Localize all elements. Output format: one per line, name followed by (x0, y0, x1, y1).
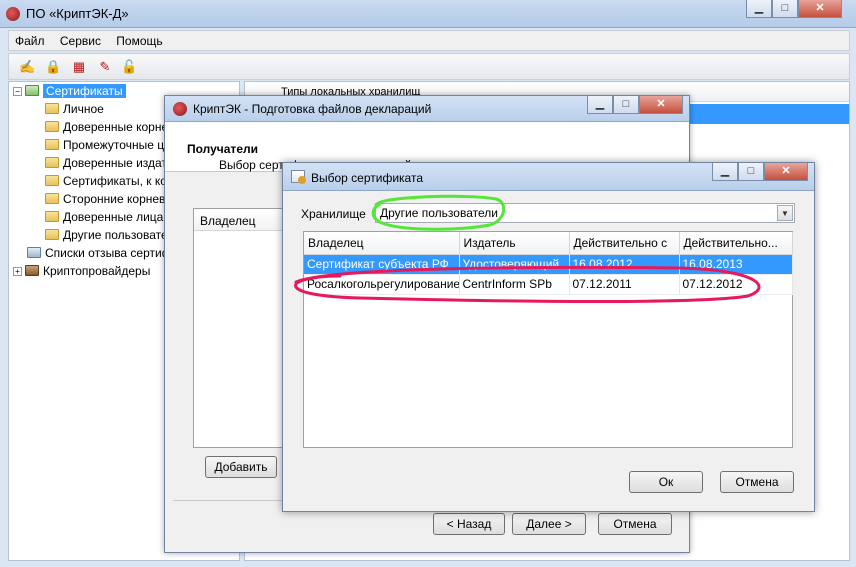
store-label: Хранилище (301, 207, 366, 221)
folder-icon (45, 229, 59, 240)
column-header-issuer[interactable]: Издатель (459, 232, 570, 255)
cell-issuer: Удостоверяющий... (459, 254, 570, 275)
tree-item-trusted-people[interactable]: Доверенные лица (45, 209, 163, 226)
expand-icon[interactable]: + (13, 267, 22, 276)
cell-valid-to: 16.08.2013 (679, 254, 793, 275)
tree-item-other-people[interactable]: Другие пользовате (45, 227, 168, 244)
store-dropdown[interactable]: Другие пользователи ▼ (375, 203, 795, 223)
app-logo-icon (173, 102, 187, 116)
select-window-controls: ▁ □ ✕ (712, 163, 808, 181)
chevron-down-icon[interactable]: ▼ (777, 205, 793, 221)
encrypt-icon[interactable]: ▦ (71, 59, 87, 75)
table-header-row: Владелец Издатель Действительно с Действ… (304, 232, 793, 255)
collapse-icon[interactable]: − (13, 87, 22, 96)
column-header-valid-from[interactable]: Действительно с (569, 232, 680, 255)
store-value: Другие пользователи (380, 206, 498, 220)
minimize-button[interactable]: ▁ (587, 96, 613, 114)
folder-icon (45, 139, 59, 150)
select-title: Выбор сертификата (311, 171, 424, 185)
app-logo-icon (6, 7, 20, 21)
folder-icon (45, 175, 59, 186)
menu-help[interactable]: Помощь (110, 31, 168, 48)
column-header-owner[interactable]: Владелец (304, 232, 460, 255)
window-controls: ▁ □ ✕ (746, 0, 842, 18)
wizard-title: КриптЭК - Подготовка файлов деклараций (193, 102, 432, 116)
folder-icon (45, 121, 59, 132)
certificate-icon (25, 85, 39, 96)
tree-item-third-party-root[interactable]: Сторонние корневы (45, 191, 174, 208)
table-row[interactable]: Сертификат субъекта РФ Удостоверяющий...… (304, 254, 793, 275)
minimize-button[interactable]: ▁ (746, 0, 772, 18)
ok-button[interactable]: Ок (629, 471, 703, 493)
tree-item-certificates[interactable]: − Сертификаты (13, 83, 126, 100)
folder-icon (45, 157, 59, 168)
close-button[interactable]: ✕ (798, 0, 842, 18)
next-button[interactable]: Далее > (512, 513, 586, 535)
add-button[interactable]: Добавить (205, 456, 277, 478)
provider-icon (25, 265, 39, 276)
maximize-button[interactable]: □ (613, 96, 639, 114)
tree-item-personal[interactable]: Личное (45, 101, 104, 118)
unlock-icon[interactable]: 🔓 (121, 59, 137, 75)
tree-item-untrusted[interactable]: Сертификаты, к кот (45, 173, 172, 190)
revocation-list-icon (27, 247, 41, 258)
certificate-icon (291, 170, 306, 184)
lock-icon[interactable]: 🔒 (45, 59, 61, 75)
close-button[interactable]: ✕ (764, 163, 808, 181)
folder-icon (45, 211, 59, 222)
menu-file[interactable]: Файл (9, 31, 51, 48)
cell-issuer: CentrInform SPb (459, 274, 570, 295)
select-title-bar: Выбор сертификата ▁ □ ✕ (283, 163, 814, 191)
tree-item-trusted-publishers[interactable]: Доверенные издате (45, 155, 173, 172)
column-header-valid-to[interactable]: Действительно... (679, 232, 793, 255)
toolbar: ✍ 🔒 ▦ ✎ 🔓 (8, 53, 850, 80)
cancel-button[interactable]: Отмена (720, 471, 794, 493)
minimize-button[interactable]: ▁ (712, 163, 738, 181)
maximize-button[interactable]: □ (738, 163, 764, 181)
cell-valid-from: 07.12.2011 (569, 274, 680, 295)
menu-service[interactable]: Сервис (54, 31, 107, 48)
cell-owner: Росалкогольрегулирование (304, 274, 460, 295)
folder-icon (45, 103, 59, 114)
app-title: ПО «КриптЭК-Д» (26, 6, 129, 21)
close-button[interactable]: ✕ (639, 96, 683, 114)
wizard-heading: Получатели (187, 142, 258, 156)
folder-icon (45, 193, 59, 204)
tree-item-crypto-providers[interactable]: + Криптопровайдеры (13, 263, 150, 280)
cancel-button[interactable]: Отмена (598, 513, 672, 535)
wizard-title-bar: КриптЭК - Подготовка файлов деклараций ▁… (165, 96, 689, 122)
cell-valid-from: 16.08.2012 (569, 254, 680, 275)
maximize-button[interactable]: □ (772, 0, 798, 18)
menu-bar: Файл Сервис Помощь (8, 30, 850, 51)
decrypt-icon[interactable]: ✎ (97, 59, 113, 75)
sign-icon[interactable]: ✍ (19, 59, 35, 75)
certificate-table: Владелец Издатель Действительно с Действ… (303, 231, 793, 448)
cell-valid-to: 07.12.2012 (679, 274, 793, 295)
certificate-select-dialog: Выбор сертификата ▁ □ ✕ Хранилище Другие… (282, 162, 815, 512)
tree-item-intermediate[interactable]: Промежуточные цен (45, 137, 177, 154)
back-button[interactable]: < Назад (433, 513, 505, 535)
main-title-bar: ПО «КриптЭК-Д» ▁ □ ✕ (0, 0, 856, 28)
tree-item-revocation-lists[interactable]: Списки отзыва сертиф (27, 245, 172, 262)
wizard-window-controls: ▁ □ ✕ (587, 96, 683, 114)
cell-owner: Сертификат субъекта РФ (304, 254, 460, 275)
table-row[interactable]: Росалкогольрегулирование CentrInform SPb… (304, 274, 793, 295)
